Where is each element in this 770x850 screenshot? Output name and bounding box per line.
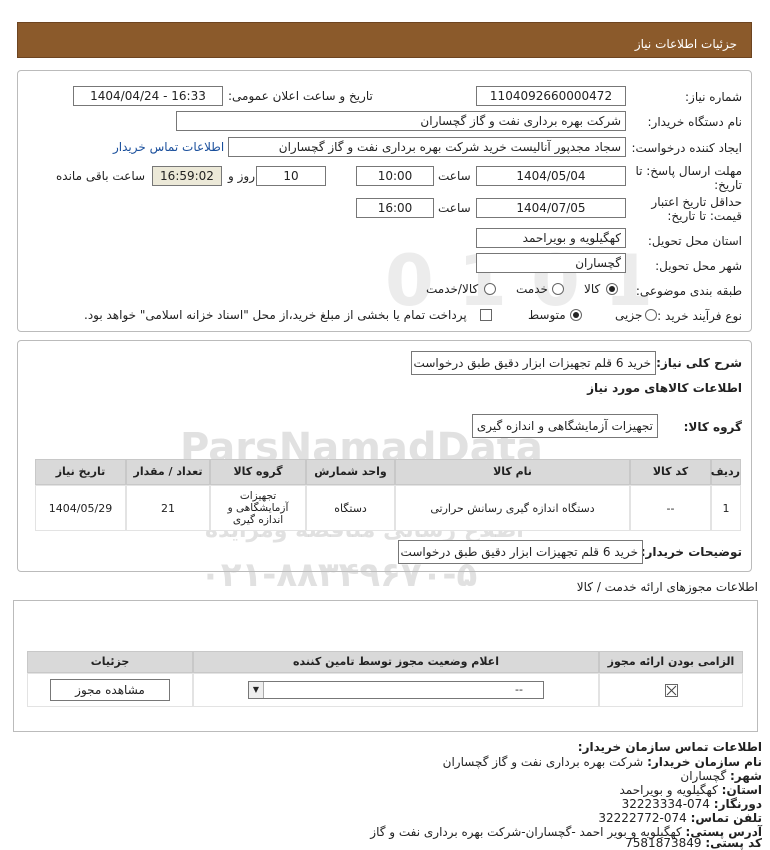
- days-remaining-field: 10: [256, 166, 326, 186]
- creator-label: ایجاد کننده درخواست:: [631, 141, 742, 155]
- deadline-time-label: ساعت: [438, 169, 471, 183]
- permit-status-value: --: [515, 683, 523, 696]
- goods-th-row: ردیف: [711, 459, 741, 485]
- permits-th-status: اعلام وضعیت مجوز توسط تامین کننده: [193, 651, 599, 673]
- contact-phone-value: 074-32222772: [598, 811, 687, 825]
- validity-label-2: قیمت: تا تاریخ:: [667, 209, 742, 223]
- process-option-medium: متوسط: [528, 308, 566, 322]
- contact-phone-label: تلفن تماس:: [690, 811, 762, 825]
- goods-group-label: گروه کالا:: [683, 420, 742, 434]
- contact-buyer-link[interactable]: اطلاعات تماس خریدار: [113, 140, 224, 154]
- announce-label: تاریخ و ساعت اعلان عمومی:: [228, 89, 373, 103]
- treasury-payment-note: پرداخت تمام یا بخشی از مبلغ خرید،از محل …: [84, 308, 467, 322]
- contact-city-label: شهر:: [730, 769, 762, 783]
- permits-th-required: الزامی بودن ارائه مجوز: [599, 651, 743, 673]
- validity-time-label: ساعت: [438, 201, 471, 215]
- province-field: کهگیلویه و بویراحمد: [476, 228, 626, 248]
- deadline-time-field: 10:00: [356, 166, 434, 186]
- creator-field: سجاد مجدپور آنالیست خرید شرکت بهره بردار…: [228, 137, 626, 157]
- remaining-label: ساعت باقی مانده: [56, 169, 146, 183]
- buyer-field: شرکت بهره برداری نفت و گاز گچساران: [176, 111, 626, 131]
- validity-label-1: حداقل تاریخ اعتبار: [651, 195, 742, 209]
- view-permit-button[interactable]: مشاهده مجوز: [50, 679, 170, 701]
- goods-th-name: نام کالا: [395, 459, 630, 485]
- contact-fax-line: دورنگار: 074-32223334: [622, 797, 762, 811]
- need-desc-field: خرید 6 قلم تجهیزات ابزار دقیق طبق درخواس…: [411, 351, 656, 375]
- contact-fax-label: دورنگار:: [713, 797, 762, 811]
- need-no-field: 1104092660000472: [476, 86, 626, 106]
- goods-info-title: اطلاعات کالاهای مورد نیاز: [587, 381, 742, 395]
- permits-cell-required: [599, 673, 743, 707]
- contact-org-value: شرکت بهره برداری نفت و گاز گچساران: [442, 755, 644, 769]
- contact-phone-line: تلفن تماس: 074-32222772: [598, 811, 762, 825]
- validity-time-field: 16:00: [356, 198, 434, 218]
- contact-province-line: استان: کهگیلویه و بویراحمد: [619, 783, 762, 797]
- contact-postal-label: کد پستی:: [705, 836, 762, 850]
- process-radio-partial[interactable]: [645, 309, 657, 321]
- permit-status-select[interactable]: ▼ --: [248, 681, 544, 699]
- deadline-label-1: مهلت ارسال پاسخ: تا: [635, 164, 742, 178]
- goods-th-date: تاریخ نیاز: [35, 459, 126, 485]
- validity-date-field: 1404/07/05: [476, 198, 626, 218]
- deadline-label-2: تاریخ:: [714, 178, 742, 192]
- process-option-partial: جزیی: [615, 308, 643, 322]
- goods-th-group: گروه کالا: [210, 459, 306, 485]
- permits-th-details: جزئیات: [27, 651, 193, 673]
- goods-cell-qty: 21: [126, 485, 210, 531]
- category-radio-goods[interactable]: [606, 283, 618, 295]
- permit-required-checkbox: [664, 683, 678, 697]
- category-option-goods: کالا: [584, 282, 601, 296]
- process-radio-medium[interactable]: [570, 309, 582, 321]
- remaining-time-field: 16:59:02: [152, 166, 222, 186]
- permits-cell-details: مشاهده مجوز: [27, 673, 193, 707]
- announce-field: 1404/04/24 - 16:33: [73, 86, 223, 106]
- contact-city-line: شهر: گچساران: [680, 769, 762, 783]
- province-label: استان محل تحویل:: [647, 234, 742, 248]
- page-title: جزئیات اطلاعات نیاز: [634, 37, 737, 51]
- contact-org-line: نام سازمان خریدار: شرکت بهره برداری نفت …: [443, 755, 762, 769]
- goods-cell-row: 1: [711, 485, 741, 531]
- process-label: نوع فرآیند خرید :: [657, 309, 742, 323]
- page-header: جزئیات اطلاعات نیاز: [17, 22, 752, 58]
- category-radio-service[interactable]: [552, 283, 564, 295]
- contact-title: اطلاعات تماس سازمان خریدار:: [577, 740, 762, 754]
- cross-icon: [666, 685, 676, 695]
- category-label: طبقه بندی موضوعی:: [635, 284, 742, 298]
- goods-cell-unit: دستگاه: [306, 485, 395, 531]
- buyer-desc-field: خرید 6 قلم تجهیزات ابزار دقیق طبق درخواس…: [398, 540, 643, 564]
- deadline-date-field: 1404/05/04: [476, 166, 626, 186]
- city-field: گچساران: [476, 253, 626, 273]
- chevron-down-icon[interactable]: ▼: [249, 682, 264, 698]
- need-desc-label: شرح کلی نیاز:: [656, 356, 742, 370]
- contact-postal-line: کد پستی: 7581873849: [625, 836, 762, 850]
- goods-th-unit: واحد شمارش: [306, 459, 395, 485]
- goods-cell-name: دستگاه اندازه گیری رسانش حرارتی: [395, 485, 630, 531]
- buyer-desc-label: توضیحات خریدار:: [640, 545, 742, 559]
- treasury-payment-checkbox[interactable]: [480, 309, 492, 321]
- contact-province-label: استان:: [721, 783, 762, 797]
- goods-th-code: کد کالا: [630, 459, 711, 485]
- category-option-service: خدمت: [516, 282, 548, 296]
- contact-province-value: کهگیلویه و بویراحمد: [619, 783, 718, 797]
- goods-th-qty: تعداد / مقدار: [126, 459, 210, 485]
- contact-postal-value: 7581873849: [625, 836, 702, 850]
- goods-group-field: تجهیزات آزمایشگاهی و اندازه گیری: [472, 414, 658, 438]
- days-label: روز و: [228, 169, 255, 183]
- contact-city-value: گچساران: [680, 769, 727, 783]
- need-no-label: شماره نیاز:: [685, 90, 742, 104]
- contact-org-label: نام سازمان خریدار:: [647, 755, 762, 769]
- goods-cell-date: 1404/05/29: [35, 485, 126, 531]
- category-radio-goods-service[interactable]: [484, 283, 496, 295]
- category-option-goods-service: کالا/خدمت: [426, 282, 479, 296]
- buyer-label: نام دستگاه خریدار:: [647, 115, 743, 129]
- permits-cell-status: ▼ --: [193, 673, 599, 707]
- goods-cell-code: --: [630, 485, 711, 531]
- permits-title: اطلاعات مجوزهای ارائه خدمت / کالا: [576, 580, 758, 594]
- city-label: شهر محل تحویل:: [655, 259, 742, 273]
- contact-fax-value: 074-32223334: [621, 797, 710, 811]
- goods-cell-group: تجهیزات آزمایشگاهی و اندازه گیری: [210, 485, 306, 531]
